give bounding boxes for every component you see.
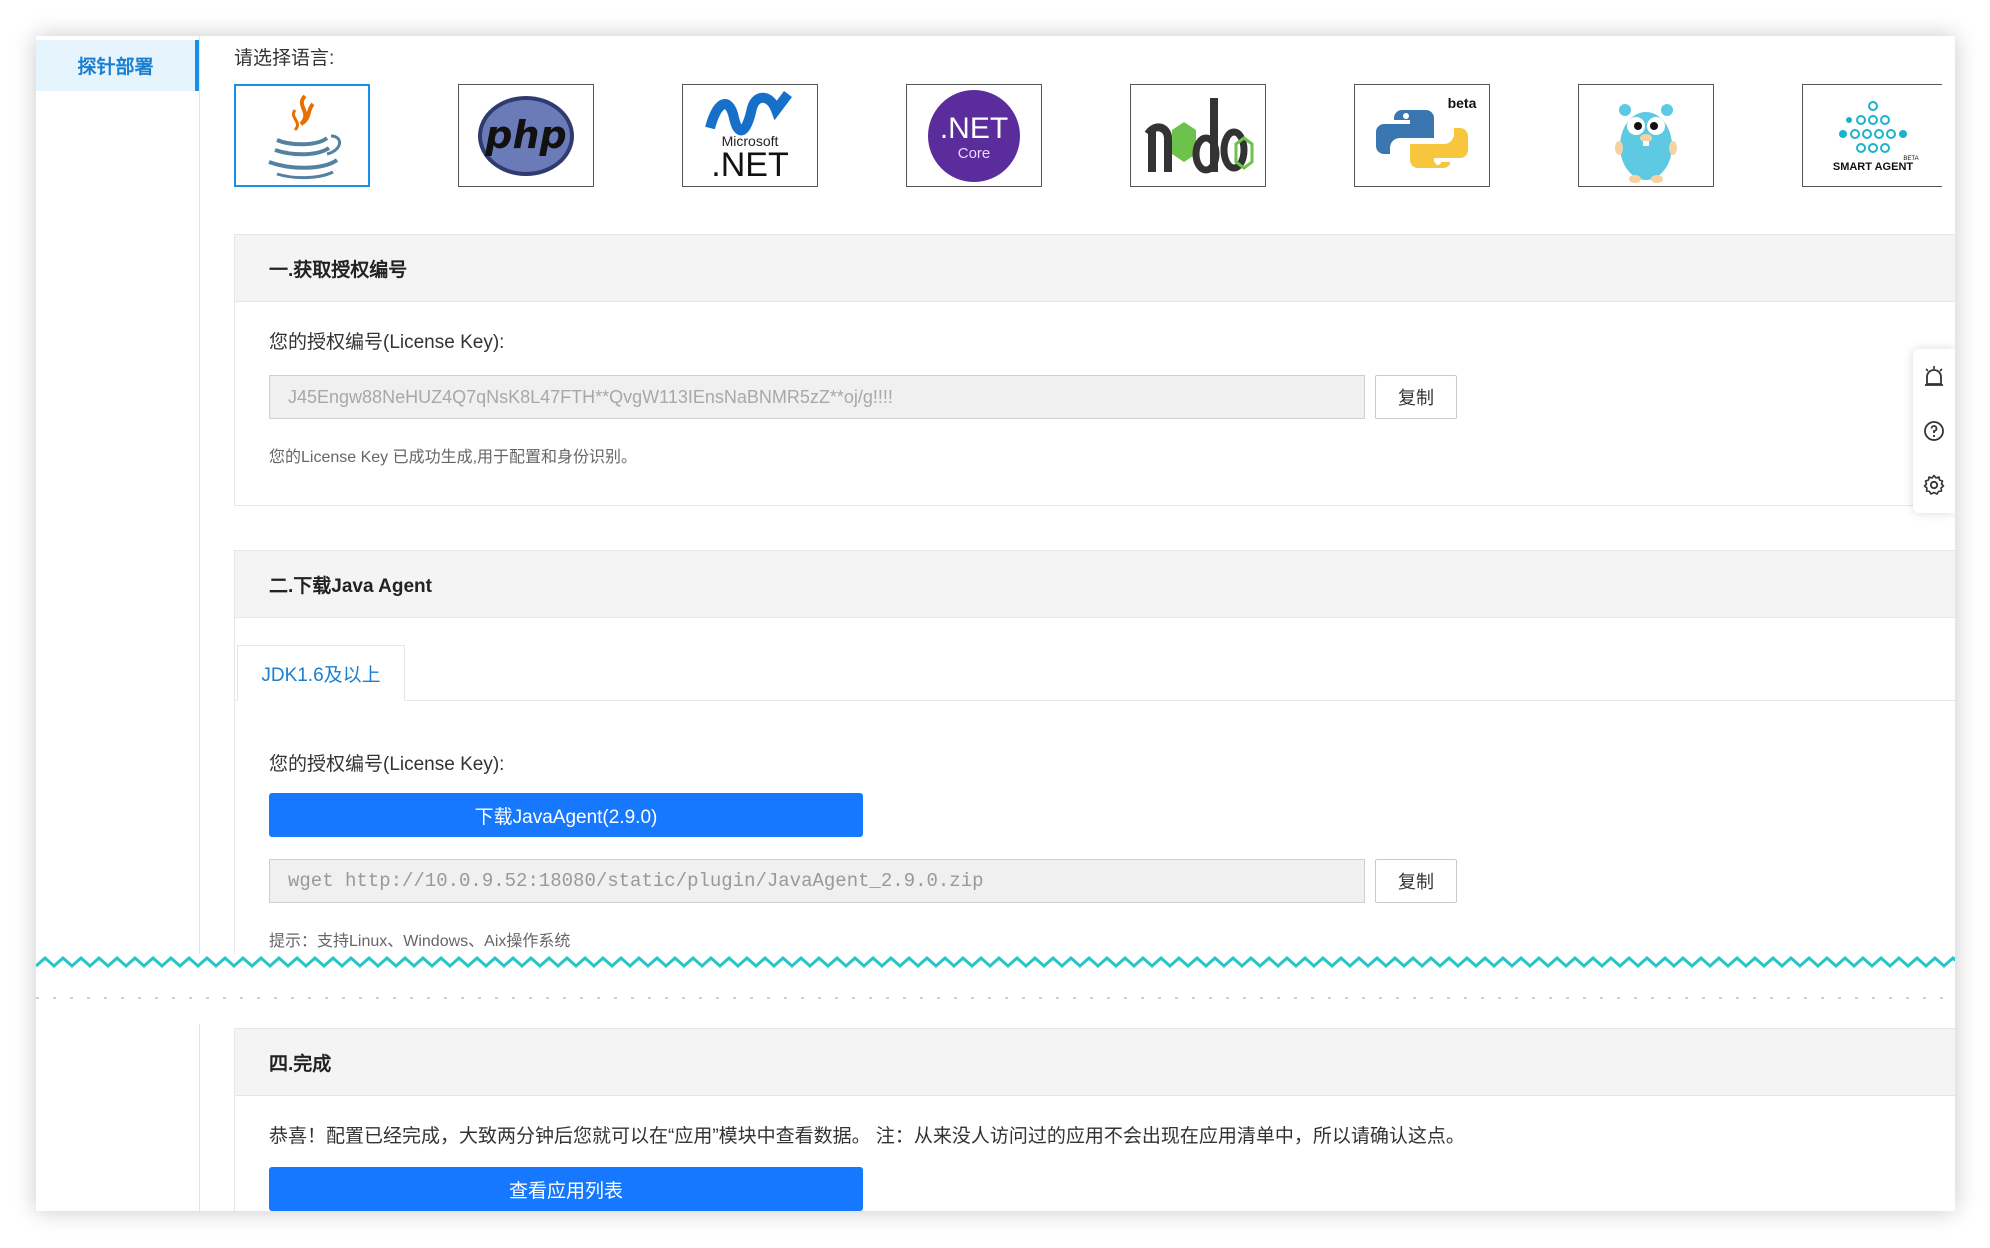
app-window: 探针部署 请选择语言: php Microsoft .NET .NET Core…: [36, 36, 1955, 1211]
license-key-hint: 您的License Key 已成功生成,用于配置和身份识别。: [269, 449, 638, 466]
svg-text:beta: beta: [1448, 95, 1477, 111]
language-option-php[interactable]: php: [458, 84, 594, 187]
language-options: php Microsoft .NET .NET Core beta SMART …: [234, 84, 1955, 190]
help-icon[interactable]: [1922, 419, 1946, 443]
section-title: 二.下载Java Agent: [235, 551, 1955, 618]
settings-icon[interactable]: [1922, 473, 1946, 497]
completion-message: 恭喜！配置已经完成，大致两分钟后您就可以在“应用”模块中查看数据。 注：从来没人…: [269, 1126, 1465, 1147]
svg-text:BETA: BETA: [1903, 156, 1918, 162]
copy-license-key-button[interactable]: 复制: [1375, 375, 1457, 419]
section-title: 一.获取授权编号: [235, 235, 1955, 302]
license-key-label: 您的授权编号(License Key):: [269, 754, 505, 775]
nodejs-icon: [1144, 97, 1254, 173]
python-icon: beta: [1376, 95, 1477, 168]
language-option-nodejs[interactable]: [1130, 84, 1266, 187]
view-app-list-button[interactable]: 查看应用列表: [269, 1167, 863, 1211]
license-key-label: 您的授权编号(License Key):: [269, 332, 505, 353]
language-option-java[interactable]: [234, 84, 370, 187]
svg-text:SMART AGENT: SMART AGENT: [1832, 161, 1913, 173]
main-content: 请选择语言: php Microsoft .NET .NET Core beta…: [234, 36, 1955, 1211]
tab-jdk16[interactable]: JDK1.6及以上: [237, 645, 405, 701]
section-title: 四.完成: [235, 1029, 1955, 1096]
wget-command-field[interactable]: wget http://10.0.9.52:18080/static/plugi…: [269, 859, 1365, 903]
section-license-key: 一.获取授权编号 您的授权编号(License Key): J45Engw88N…: [234, 234, 1955, 506]
svg-text:.NET: .NET: [940, 112, 1008, 145]
language-option-dotnet[interactable]: Microsoft .NET: [682, 84, 818, 187]
license-key-field[interactable]: J45Engw88NeHUZ4Q7qNsK8L47FTH**QvgW113IEn…: [269, 375, 1365, 419]
php-icon: php: [478, 95, 574, 176]
sidebar-item-probe-deploy[interactable]: 探针部署: [36, 40, 199, 91]
alarm-icon[interactable]: [1922, 365, 1946, 389]
language-option-python[interactable]: beta: [1354, 84, 1490, 187]
page-break-divider: [36, 954, 1955, 1024]
svg-text:Core: Core: [958, 145, 991, 162]
os-support-hint: 提示：支持Linux、Windows、Aix操作系统: [269, 933, 571, 950]
language-option-go[interactable]: [1578, 84, 1714, 187]
dotnet-core-icon: .NET Core: [928, 89, 1020, 182]
language-option-dotnet-core[interactable]: .NET Core: [906, 84, 1042, 187]
smart-agent-icon: SMART AGENT BETA: [1832, 100, 1918, 173]
language-select-label: 请选择语言:: [234, 48, 335, 69]
language-option-smart-agent[interactable]: SMART AGENT BETA: [1802, 84, 1942, 187]
java-icon: [268, 94, 341, 179]
copy-wget-command-button[interactable]: 复制: [1375, 859, 1457, 903]
svg-text:.NET: .NET: [711, 146, 788, 184]
dotnet-icon: Microsoft .NET: [705, 90, 792, 184]
floating-toolbar: [1913, 349, 1955, 513]
go-gopher-icon: [1615, 103, 1677, 183]
section-complete: 四.完成 恭喜！配置已经完成，大致两分钟后您就可以在“应用”模块中查看数据。 注…: [234, 1028, 1955, 1211]
tab-bar-divider: [235, 700, 1955, 701]
section-download-agent: 二.下载Java Agent JDK1.6及以上 您的授权编号(License …: [234, 550, 1955, 971]
svg-text:php: php: [484, 113, 566, 157]
download-javaagent-button[interactable]: 下载JavaAgent(2.9.0): [269, 793, 863, 837]
sidebar: 探针部署: [36, 36, 200, 1211]
